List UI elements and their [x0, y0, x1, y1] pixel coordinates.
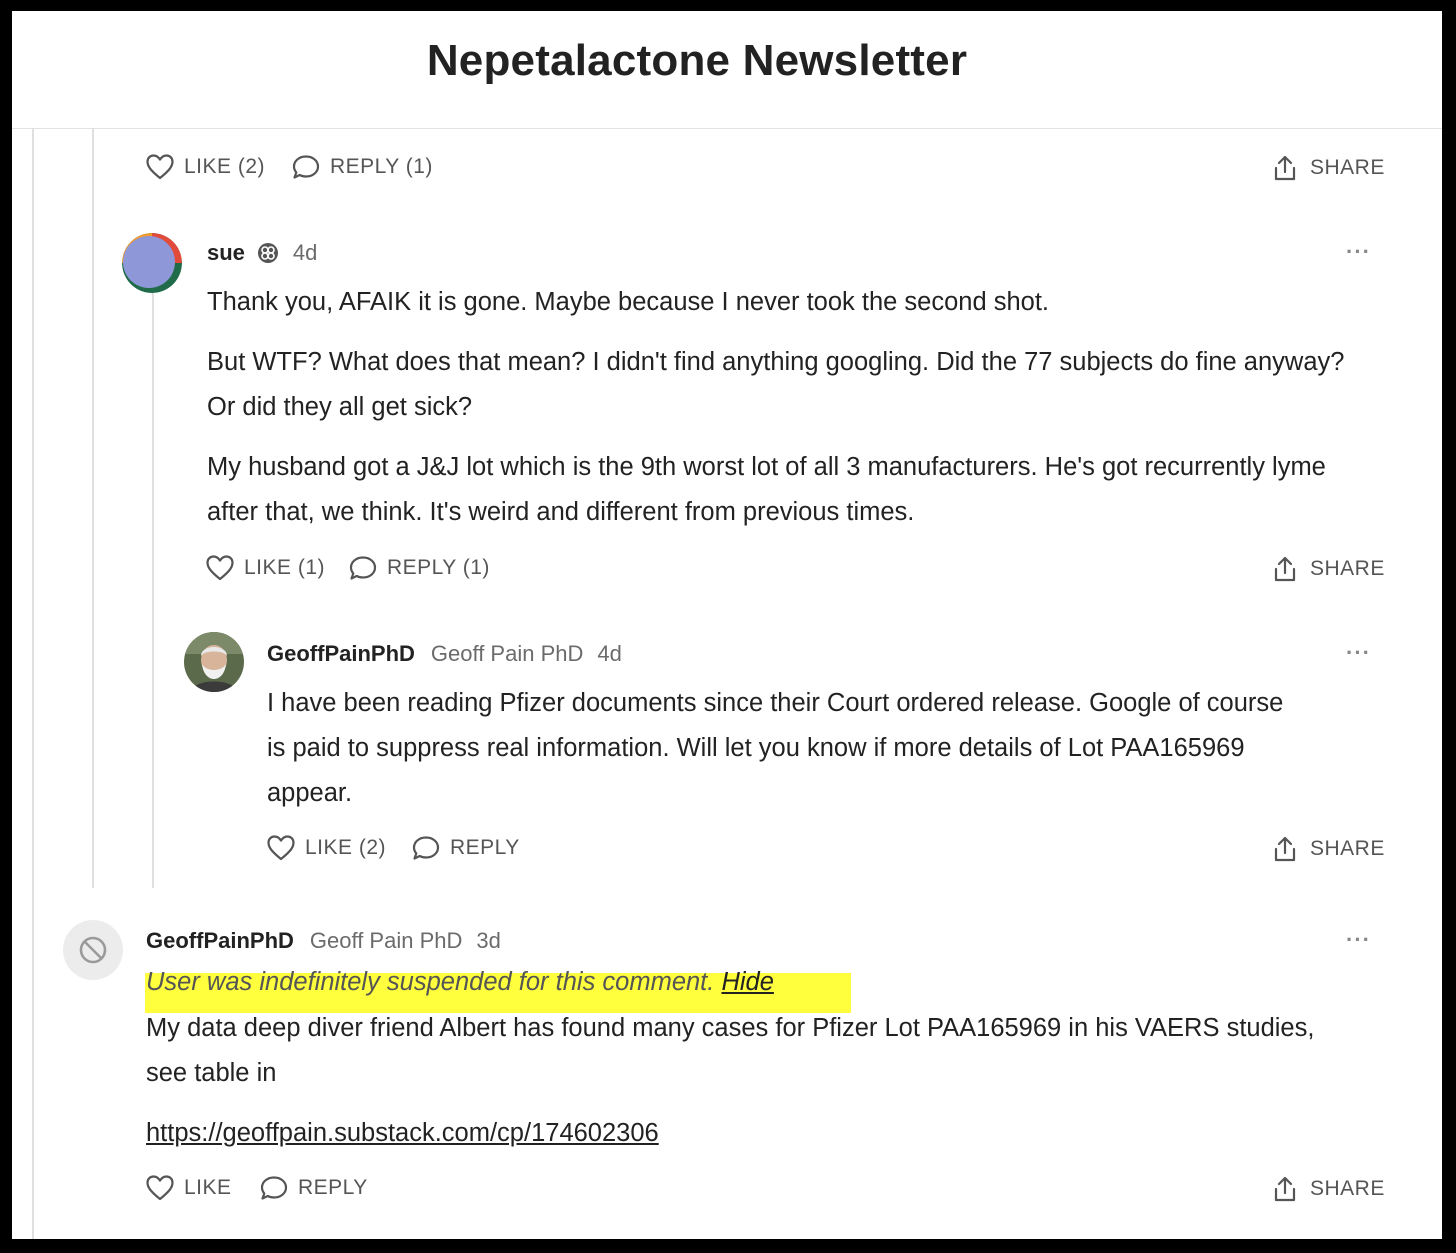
- hide-link[interactable]: Hide: [721, 968, 773, 996]
- share-button[interactable]: SHARE: [1272, 1175, 1385, 1203]
- header: Nepetalactone Newsletter: [12, 11, 1442, 129]
- author-display-name[interactable]: Geoff Pain PhD: [310, 928, 462, 954]
- like-label: LIKE (2): [184, 155, 266, 178]
- suspension-notice: User was indefinitely suspended for this…: [146, 968, 774, 997]
- reply-label: REPLY (1): [330, 155, 433, 178]
- comment-body: I have been reading Pfizer documents sin…: [267, 681, 1307, 816]
- author-handle[interactable]: GeoffPainPhD: [146, 928, 294, 954]
- thread-line-left: [32, 128, 34, 1239]
- like-label: LIKE (2): [305, 836, 387, 859]
- top-action-bar: LIKE (2) REPLY (1) SHARE: [146, 154, 1386, 184]
- comment-author: sue 4d: [207, 240, 317, 266]
- avatar-image: [184, 632, 244, 692]
- banned-icon: [79, 936, 107, 964]
- comment-action-bar: LIKE (2) REPLY SHARE: [267, 835, 1386, 865]
- comment-paragraph: My husband got a J&J lot which is the 9t…: [207, 453, 1326, 526]
- speech-bubble-icon: [412, 836, 440, 860]
- share-button[interactable]: SHARE: [1272, 555, 1385, 583]
- speech-bubble-icon: [260, 1176, 288, 1200]
- heart-icon: [146, 154, 174, 180]
- reply-button[interactable]: REPLY: [412, 835, 520, 861]
- share-label: SHARE: [1310, 837, 1385, 860]
- author-handle[interactable]: sue: [207, 240, 245, 266]
- comment-author: GeoffPainPhD Geoff Pain PhD 3d: [146, 928, 501, 954]
- ellipsis-icon: ···: [1346, 640, 1371, 665]
- comment-paragraph: But WTF? What does that mean? I didn't f…: [207, 348, 1345, 421]
- speech-bubble-icon: [349, 556, 377, 580]
- author-display-name[interactable]: Geoff Pain PhD: [431, 641, 583, 667]
- like-button[interactable]: LIKE (1): [206, 555, 325, 581]
- comment-author: GeoffPainPhD Geoff Pain PhD 4d: [267, 641, 622, 667]
- like-label: LIKE: [184, 1176, 232, 1199]
- share-label: SHARE: [1310, 1177, 1385, 1200]
- share-upload-icon: [1274, 836, 1296, 862]
- heart-icon: [146, 1175, 174, 1201]
- more-options-button[interactable]: ···: [1346, 640, 1371, 666]
- page-title: Nepetalactone Newsletter: [426, 36, 968, 85]
- share-upload-icon: [1274, 556, 1296, 582]
- thread-line-outer: [92, 128, 94, 888]
- share-label: SHARE: [1310, 557, 1385, 580]
- subscriber-badge-icon: [257, 243, 278, 263]
- heart-icon: [206, 555, 234, 581]
- thread-line-reply: [152, 293, 154, 888]
- share-upload-icon: [1274, 155, 1296, 181]
- page-frame: Nepetalactone Newsletter LIKE (2) REPLY …: [12, 11, 1442, 1239]
- author-handle[interactable]: GeoffPainPhD: [267, 641, 415, 667]
- reply-label: REPLY: [298, 1176, 368, 1199]
- comment-action-bar: LIKE (1) REPLY (1) SHARE: [206, 555, 1386, 585]
- comment-time[interactable]: 4d: [293, 240, 317, 266]
- avatar: [63, 920, 123, 980]
- comment-body: Thank you, AFAIK it is gone. Maybe becau…: [207, 280, 1367, 535]
- reply-label: REPLY (1): [387, 556, 490, 579]
- comment-link[interactable]: https://geoffpain.substack.com/cp/174602…: [146, 1119, 659, 1147]
- more-options-button[interactable]: ···: [1346, 239, 1371, 265]
- reply-label: REPLY: [450, 836, 520, 859]
- comment-paragraph: I have been reading Pfizer documents sin…: [267, 689, 1284, 807]
- share-button[interactable]: SHARE: [1272, 154, 1385, 182]
- ellipsis-icon: ···: [1346, 927, 1371, 952]
- more-options-button[interactable]: ···: [1346, 927, 1371, 953]
- heart-icon: [267, 835, 295, 861]
- avatar[interactable]: [184, 632, 244, 692]
- comment-action-bar: LIKE REPLY SHARE: [146, 1175, 1386, 1205]
- speech-bubble-icon: [292, 155, 320, 179]
- share-label: SHARE: [1310, 156, 1385, 179]
- reply-button[interactable]: REPLY (1): [292, 154, 433, 180]
- reply-button[interactable]: REPLY: [260, 1175, 368, 1201]
- reply-button[interactable]: REPLY (1): [349, 555, 490, 581]
- comment-time[interactable]: 3d: [476, 928, 500, 954]
- share-upload-icon: [1274, 1176, 1296, 1202]
- like-button[interactable]: LIKE (2): [267, 835, 386, 861]
- comment-time[interactable]: 4d: [597, 641, 621, 667]
- like-button[interactable]: LIKE (2): [146, 154, 265, 180]
- comment-paragraph: My data deep diver friend Albert has fou…: [146, 1014, 1315, 1087]
- ellipsis-icon: ···: [1346, 239, 1371, 264]
- avatar-image: [122, 233, 182, 293]
- avatar[interactable]: [122, 233, 182, 293]
- comment-paragraph: Thank you, AFAIK it is gone. Maybe becau…: [207, 288, 1049, 316]
- suspension-message: User was indefinitely suspended for this…: [146, 968, 715, 996]
- like-button[interactable]: LIKE: [146, 1175, 232, 1201]
- like-label: LIKE (1): [244, 556, 326, 579]
- share-button[interactable]: SHARE: [1272, 835, 1385, 863]
- comment-body: My data deep diver friend Albert has fou…: [146, 1006, 1336, 1156]
